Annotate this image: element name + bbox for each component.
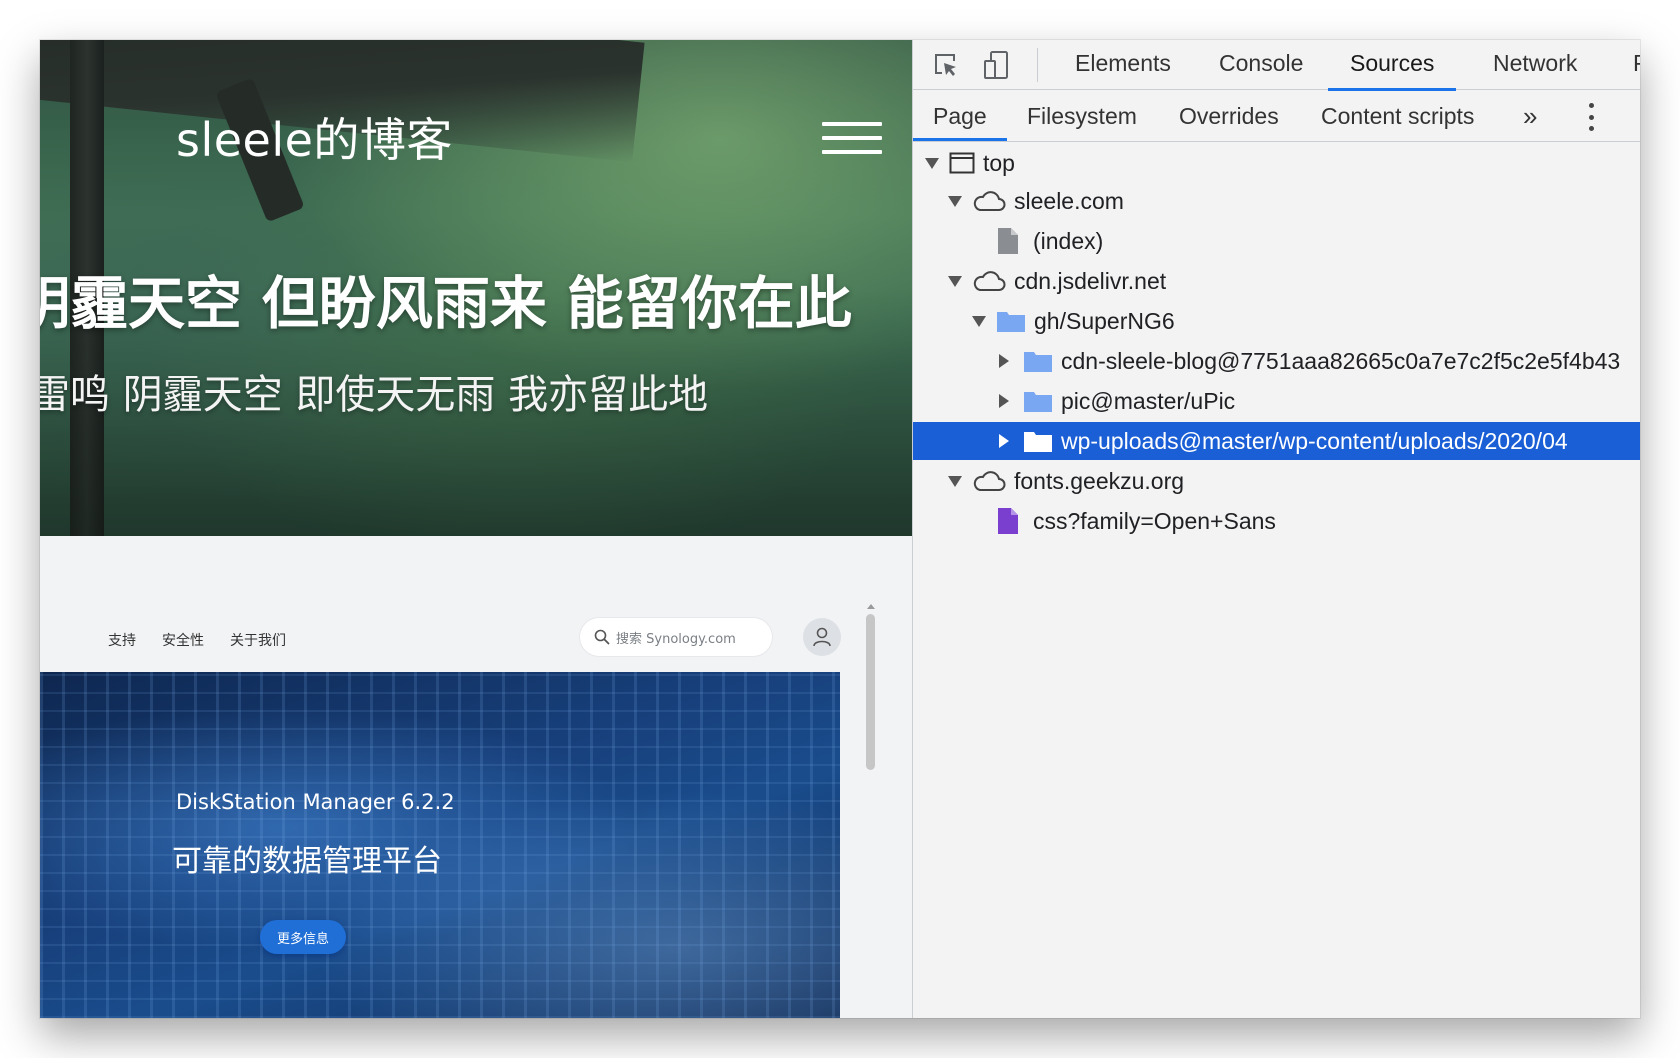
sources-navigator-tabbar: Page Filesystem Overrides Content script…: [913, 91, 1640, 142]
banner-version: DiskStation Manager 6.2.2: [176, 790, 455, 814]
hero-subheadline: 雷鸣 阴霾天空 即使天无雨 我亦留此地: [40, 372, 709, 418]
tab-console[interactable]: Console: [1219, 40, 1303, 90]
tree-item-top[interactable]: top: [913, 144, 1640, 182]
toolbar-divider: [1037, 48, 1038, 82]
more-info-button[interactable]: 更多信息: [260, 920, 346, 954]
subtab-filesystem[interactable]: Filesystem: [1027, 91, 1137, 141]
scrollbar-thumb[interactable]: [866, 614, 875, 770]
tree-item-label: cdn.jsdelivr.net: [1014, 267, 1167, 294]
collapse-arrow-icon[interactable]: [999, 434, 1009, 448]
tree-item-wp-uploads[interactable]: wp-uploads@master/wp-content/uploads/202…: [913, 422, 1640, 460]
more-tabs-chevron-icon[interactable]: »: [1523, 91, 1537, 141]
embed-scrollbar[interactable]: [864, 604, 876, 1018]
nav-item-security[interactable]: 安全性: [162, 630, 204, 650]
user-avatar-icon[interactable]: [803, 618, 841, 656]
device-toolbar-icon[interactable]: [979, 48, 1013, 82]
tree-item-cdn-jsdelivr[interactable]: cdn.jsdelivr.net: [913, 262, 1640, 300]
cloud-icon: [972, 270, 1006, 292]
tree-item-fonts-geekzu[interactable]: fonts.geekzu.org: [913, 462, 1640, 500]
folder-icon: [996, 309, 1026, 333]
tree-item-index[interactable]: (index): [913, 222, 1640, 260]
tab-performance-truncated[interactable]: P: [1633, 40, 1640, 90]
stylesheet-icon: [997, 507, 1019, 535]
subtab-page[interactable]: Page: [913, 91, 1007, 141]
tree-item-pic-master[interactable]: pic@master/uPic: [913, 382, 1640, 420]
tree-item-label: cdn-sleele-blog@7751aaa82665c0a7e7c2f5c2…: [1061, 347, 1621, 374]
synology-banner: DiskStation Manager 6.2.2 可靠的数据管理平台 更多信息: [40, 672, 840, 1018]
more-options-icon[interactable]: [1587, 103, 1595, 131]
expand-arrow-icon[interactable]: [948, 195, 962, 207]
hero-headline: 阴霾天空 但盼风雨来 能留你在此: [40, 271, 852, 337]
tree-item-label: wp-uploads@master/wp-content/uploads/202…: [1061, 427, 1568, 454]
expand-arrow-icon[interactable]: [948, 275, 962, 287]
tab-network[interactable]: Network: [1493, 40, 1577, 90]
expand-arrow-icon[interactable]: [925, 157, 939, 169]
tree-item-label: gh/SuperNG6: [1034, 307, 1175, 334]
expand-arrow-icon[interactable]: [972, 315, 986, 327]
devtools-panel: Elements Console Sources Network P Page …: [912, 40, 1640, 1018]
banner-tagline: 可靠的数据管理平台: [172, 844, 442, 879]
tree-item-gh-superng6[interactable]: gh/SuperNG6: [913, 302, 1640, 340]
tree-item-css-open-sans[interactable]: css?family=Open+Sans: [913, 502, 1640, 540]
synology-embed: 支持 安全性 关于我们 搜索 Synology.com DiskStation …: [40, 598, 912, 1018]
folder-icon: [1023, 429, 1053, 453]
tab-elements[interactable]: Elements: [1075, 40, 1171, 90]
hamburger-menu-icon[interactable]: [822, 122, 882, 154]
nav-item-support[interactable]: 支持: [108, 630, 136, 650]
expand-arrow-icon[interactable]: [948, 475, 962, 487]
scroll-up-arrow-icon[interactable]: [867, 604, 875, 609]
cloud-icon: [972, 190, 1006, 212]
tree-item-label: top: [983, 149, 1015, 176]
site-title[interactable]: sleele的博客: [176, 104, 453, 170]
tree-item-sleele-com[interactable]: sleele.com: [913, 182, 1640, 220]
collapse-arrow-icon[interactable]: [999, 394, 1009, 408]
search-icon: [594, 629, 610, 645]
screenshot-window: sleele的博客 阴霾天空 但盼风雨来 能留你在此 雷鸣 阴霾天空 即使天无雨…: [40, 40, 1640, 1018]
frame-icon: [949, 152, 975, 174]
synology-search-input[interactable]: 搜索 Synology.com: [580, 618, 772, 656]
search-placeholder: 搜索 Synology.com: [616, 631, 736, 647]
page-preview: sleele的博客 阴霾天空 但盼风雨来 能留你在此 雷鸣 阴霾天空 即使天无雨…: [40, 40, 912, 1018]
collapse-arrow-icon[interactable]: [999, 354, 1009, 368]
subtab-content-scripts[interactable]: Content scripts: [1321, 91, 1474, 141]
tree-item-label: sleele.com: [1014, 187, 1124, 214]
blog-hero: sleele的博客 阴霾天空 但盼风雨来 能留你在此 雷鸣 阴霾天空 即使天无雨…: [40, 40, 912, 536]
sources-file-tree: top sleele.com (index) cdn.jsdelivr.net …: [913, 142, 1640, 1018]
tree-item-label: (index): [1033, 227, 1104, 254]
tree-item-label: pic@master/uPic: [1061, 387, 1236, 414]
tab-sources[interactable]: Sources: [1327, 40, 1457, 91]
folder-icon: [1023, 349, 1053, 373]
subtab-overrides[interactable]: Overrides: [1179, 91, 1279, 141]
devtools-main-tabbar: Elements Console Sources Network P: [913, 40, 1640, 91]
tree-item-cdn-sleele-blog[interactable]: cdn-sleele-blog@7751aaa82665c0a7e7c2f5c2…: [913, 342, 1640, 380]
synology-nav: 支持 安全性 关于我们 搜索 Synology.com: [40, 598, 841, 672]
tree-item-label: css?family=Open+Sans: [1033, 507, 1276, 534]
file-icon: [997, 227, 1019, 255]
cloud-icon: [972, 470, 1006, 492]
nav-item-about[interactable]: 关于我们: [230, 630, 286, 650]
folder-icon: [1023, 389, 1053, 413]
inspect-element-icon[interactable]: [929, 48, 963, 82]
tree-item-label: fonts.geekzu.org: [1014, 467, 1185, 494]
